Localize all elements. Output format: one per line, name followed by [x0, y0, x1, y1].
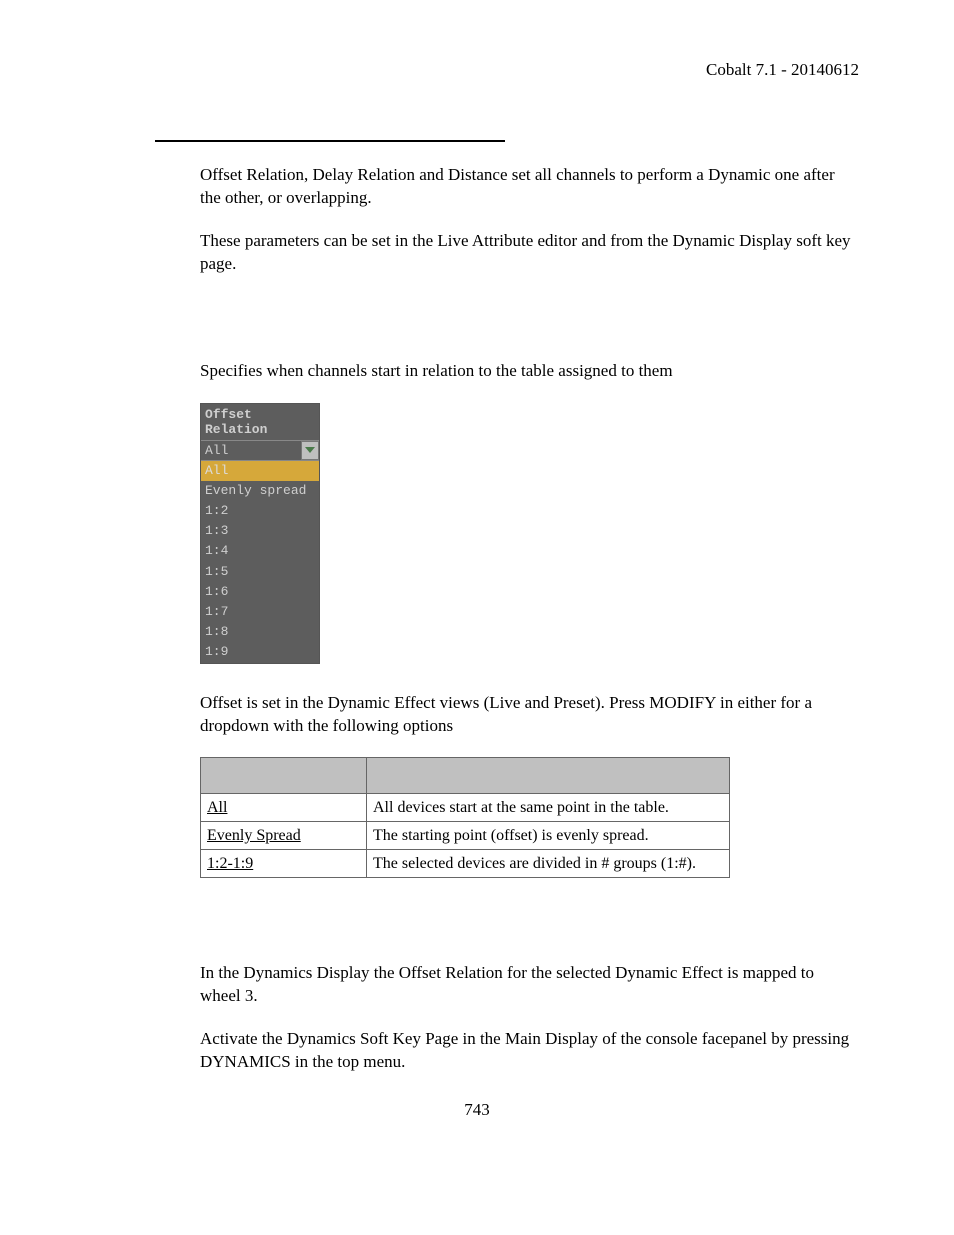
table-expl: The starting point (offset) is evenly sp…: [367, 822, 730, 850]
table-label: Evenly Spread: [201, 822, 367, 850]
dropdown-selected-text: All: [201, 441, 301, 460]
page-number: 743: [0, 1100, 954, 1120]
dropdown-option-1-4[interactable]: 1:4: [201, 541, 319, 561]
table-header-2: [367, 758, 730, 794]
table-label: 1:2-1:9: [201, 850, 367, 878]
offset-desc: Specifies when channels start in relatio…: [200, 360, 854, 383]
table-label: All: [201, 794, 367, 822]
table-row: All All devices start at the same point …: [201, 794, 730, 822]
dropdown-option-1-2[interactable]: 1:2: [201, 501, 319, 521]
dropdown-option-1-3[interactable]: 1:3: [201, 521, 319, 541]
dropdown-option-1-8[interactable]: 1:8: [201, 622, 319, 642]
table-expl: The selected devices are divided in # gr…: [367, 850, 730, 878]
dropdown-option-all[interactable]: All: [201, 461, 319, 481]
footer-para-2: Activate the Dynamics Soft Key Page in t…: [200, 1028, 854, 1074]
intro-para-1: Offset Relation, Delay Relation and Dist…: [200, 164, 854, 210]
chevron-down-icon[interactable]: [301, 441, 319, 460]
dropdown-option-1-6[interactable]: 1:6: [201, 582, 319, 602]
table-header-row: [201, 758, 730, 794]
dropdown-option-1-5[interactable]: 1:5: [201, 562, 319, 582]
dropdown-option-evenly-spread[interactable]: Evenly spread: [201, 481, 319, 501]
dropdown-title: Offset Relation: [201, 404, 319, 441]
offset-after-dd: Offset is set in the Dynamic Effect view…: [200, 692, 854, 738]
offset-relation-dropdown[interactable]: Offset Relation All All Evenly spread 1:…: [200, 403, 320, 664]
table-expl: All devices start at the same point in t…: [367, 794, 730, 822]
intro-para-2: These parameters can be set in the Live …: [200, 230, 854, 276]
table-row: Evenly Spread The starting point (offset…: [201, 822, 730, 850]
dropdown-option-1-9[interactable]: 1:9: [201, 642, 319, 662]
table-row: 1:2-1:9 The selected devices are divided…: [201, 850, 730, 878]
section-divider: [155, 140, 505, 142]
dropdown-option-1-7[interactable]: 1:7: [201, 602, 319, 622]
offset-options-table: All All devices start at the same point …: [200, 757, 730, 878]
table-header-1: [201, 758, 367, 794]
dropdown-selected-row[interactable]: All: [201, 441, 319, 461]
footer-para-1: In the Dynamics Display the Offset Relat…: [200, 962, 854, 1008]
header-doc-title: Cobalt 7.1 - 20140612: [80, 60, 859, 80]
